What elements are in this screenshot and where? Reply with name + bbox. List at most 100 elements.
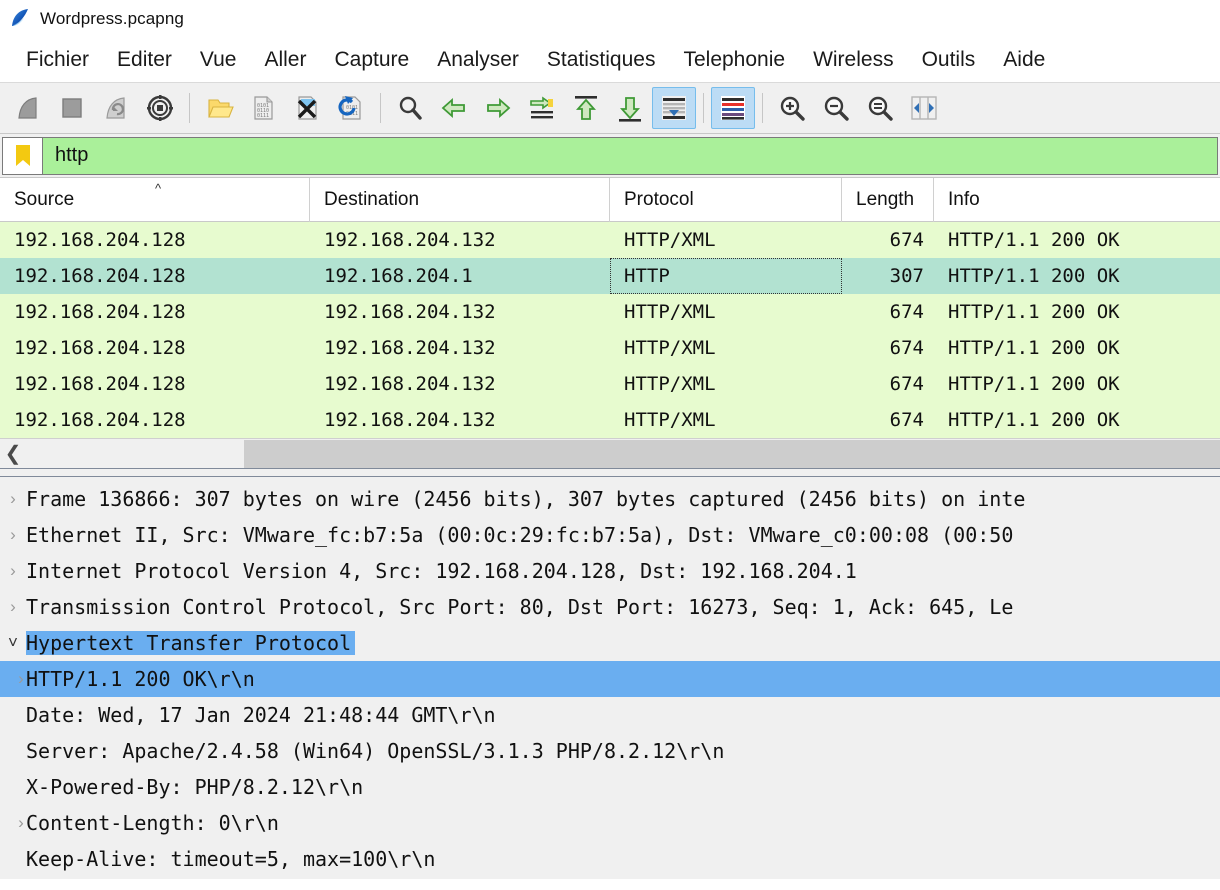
cell-source: 192.168.204.128: [14, 265, 186, 287]
column-header-protocol[interactable]: Protocol: [610, 177, 842, 222]
table-row[interactable]: 192.168.204.128 192.168.204.1 HTTP 307 H…: [0, 258, 1220, 294]
table-row[interactable]: 192.168.204.128 192.168.204.132 HTTP/XML…: [0, 330, 1220, 366]
display-filter-input[interactable]: http: [2, 136, 1218, 175]
cell-info: HTTP/1.1 200 OK: [948, 373, 1120, 395]
zoom-reset-icon[interactable]: [858, 87, 902, 129]
reload-file-icon[interactable]: 0101 0111: [329, 87, 373, 129]
toolbar-separator: [380, 93, 381, 123]
chevron-right-icon[interactable]: ›: [0, 525, 26, 545]
packet-list-header: Source ^ Destination Protocol Length Inf…: [0, 177, 1220, 222]
go-last-packet-icon[interactable]: [608, 87, 652, 129]
toolbar-separator: [703, 93, 704, 123]
cell-protocol: HTTP/XML: [624, 229, 716, 251]
cell-destination: 192.168.204.1: [324, 265, 473, 287]
table-row[interactable]: 192.168.204.128 192.168.204.132 HTTP/XML…: [0, 294, 1220, 330]
column-header-length[interactable]: Length: [842, 177, 934, 222]
column-header-destination[interactable]: Destination: [310, 177, 610, 222]
cell-protocol: HTTP/XML: [624, 301, 716, 323]
cell-length: 674: [889, 409, 924, 431]
resize-columns-icon[interactable]: [902, 87, 946, 129]
chevron-right-icon[interactable]: ›: [0, 597, 26, 617]
colorize-packets-icon[interactable]: [711, 87, 755, 129]
packet-list-horizontal-scrollbar[interactable]: ❮: [0, 438, 1220, 468]
detail-row[interactable]: › Keep-Alive: timeout=5, max=100\r\n: [0, 841, 1220, 877]
restart-capture-icon[interactable]: [94, 87, 138, 129]
chevron-right-icon[interactable]: ›: [0, 489, 26, 509]
chevron-right-icon[interactable]: ›: [0, 561, 26, 581]
detail-row[interactable]: › HTTP/1.1 200 OK\r\n: [0, 661, 1220, 697]
save-file-icon[interactable]: 0101 0110 0111: [241, 87, 285, 129]
menu-item-wireless[interactable]: Wireless: [799, 46, 908, 74]
menu-item-outils[interactable]: Outils: [908, 46, 990, 74]
main-toolbar: 0101 0110 0111 0101 0111: [0, 82, 1220, 134]
stop-capture-icon[interactable]: [50, 87, 94, 129]
go-first-packet-icon[interactable]: [564, 87, 608, 129]
menu-item-analyser[interactable]: Analyser: [423, 46, 533, 74]
detail-row[interactable]: › Ethernet II, Src: VMware_fc:b7:5a (00:…: [0, 517, 1220, 553]
detail-row-label: Content-Length: 0\r\n: [26, 811, 279, 835]
chevron-right-icon[interactable]: ›: [0, 813, 26, 833]
column-header-source-label: Source: [14, 188, 75, 210]
packet-list: Source ^ Destination Protocol Length Inf…: [0, 177, 1220, 438]
menu-item-fichier[interactable]: Fichier: [12, 46, 103, 74]
cell-protocol: HTTP/XML: [624, 409, 716, 431]
detail-row[interactable]: › Date: Wed, 17 Jan 2024 21:48:44 GMT\r\…: [0, 697, 1220, 733]
display-filter-value[interactable]: http: [43, 144, 1217, 167]
zoom-out-icon[interactable]: [814, 87, 858, 129]
cell-length: 674: [889, 301, 924, 323]
table-row[interactable]: 192.168.204.128 192.168.204.132 HTTP/XML…: [0, 402, 1220, 438]
svg-text:0111: 0111: [257, 113, 269, 119]
bookmark-icon[interactable]: [3, 137, 43, 174]
pane-splitter[interactable]: [0, 468, 1220, 477]
detail-row[interactable]: › Content-Length: 0\r\n: [0, 805, 1220, 841]
start-capture-icon[interactable]: [6, 87, 50, 129]
detail-row[interactable]: › Transmission Control Protocol, Src Por…: [0, 589, 1220, 625]
cell-length: 307: [889, 265, 924, 287]
detail-row-label: Ethernet II, Src: VMware_fc:b7:5a (00:0c…: [26, 523, 1014, 547]
scrollbar-track[interactable]: [26, 439, 1220, 468]
cell-destination: 192.168.204.132: [324, 409, 496, 431]
menu-item-aide[interactable]: Aide: [989, 46, 1059, 74]
toolbar-separator: [189, 93, 190, 123]
detail-row-label: Server: Apache/2.4.58 (Win64) OpenSSL/3.…: [26, 739, 725, 763]
menu-item-statistiques[interactable]: Statistiques: [533, 46, 670, 74]
menu-item-editer[interactable]: Editer: [103, 46, 186, 74]
detail-row-label: X-Powered-By: PHP/8.2.12\r\n: [26, 775, 364, 799]
column-header-info[interactable]: Info: [934, 178, 1220, 222]
wireshark-shark-fin-icon: [8, 7, 32, 31]
wireshark-window: Wordpress.pcapng Fichier Editer Vue Alle…: [0, 0, 1220, 890]
close-file-icon[interactable]: [285, 87, 329, 129]
chevron-right-icon[interactable]: ›: [0, 669, 26, 689]
column-header-source[interactable]: Source ^: [0, 177, 310, 222]
menu-item-aller[interactable]: Aller: [250, 46, 320, 74]
table-row[interactable]: 192.168.204.128 192.168.204.132 HTTP/XML…: [0, 366, 1220, 402]
auto-scroll-icon[interactable]: [652, 87, 696, 129]
cell-info: HTTP/1.1 200 OK: [948, 229, 1120, 251]
go-forward-icon[interactable]: [476, 87, 520, 129]
detail-row[interactable]: › Server: Apache/2.4.58 (Win64) OpenSSL/…: [0, 733, 1220, 769]
menu-item-vue[interactable]: Vue: [186, 46, 251, 74]
detail-row[interactable]: › Internet Protocol Version 4, Src: 192.…: [0, 553, 1220, 589]
find-packet-icon[interactable]: [388, 87, 432, 129]
detail-row[interactable]: › Frame 136866: 307 bytes on wire (2456 …: [0, 481, 1220, 517]
scrollbar-thumb[interactable]: [244, 439, 1220, 468]
twisty-placeholder: ›: [0, 849, 26, 869]
detail-row-http[interactable]: ˅ Hypertext Transfer Protocol: [0, 625, 1220, 661]
go-to-packet-icon[interactable]: [520, 87, 564, 129]
open-file-icon[interactable]: [197, 87, 241, 129]
menu-item-telephonie[interactable]: Telephonie: [669, 46, 799, 74]
detail-row-label: Hypertext Transfer Protocol: [26, 631, 356, 655]
capture-options-icon[interactable]: [138, 87, 182, 129]
chevron-down-icon[interactable]: ˅: [0, 633, 26, 653]
menu-item-capture[interactable]: Capture: [320, 46, 423, 74]
twisty-placeholder: ›: [0, 777, 26, 797]
go-back-icon[interactable]: [432, 87, 476, 129]
table-row[interactable]: 192.168.204.128 192.168.204.132 HTTP/XML…: [0, 222, 1220, 258]
chevron-left-icon[interactable]: ❮: [0, 440, 26, 468]
detail-row[interactable]: › X-Powered-By: PHP/8.2.12\r\n: [0, 769, 1220, 805]
detail-row-label: Internet Protocol Version 4, Src: 192.16…: [26, 559, 857, 583]
column-header-length-label: Length: [856, 188, 915, 210]
packet-details-pane: › Frame 136866: 307 bytes on wire (2456 …: [0, 477, 1220, 879]
zoom-in-icon[interactable]: [770, 87, 814, 129]
cell-destination: 192.168.204.132: [324, 229, 496, 251]
